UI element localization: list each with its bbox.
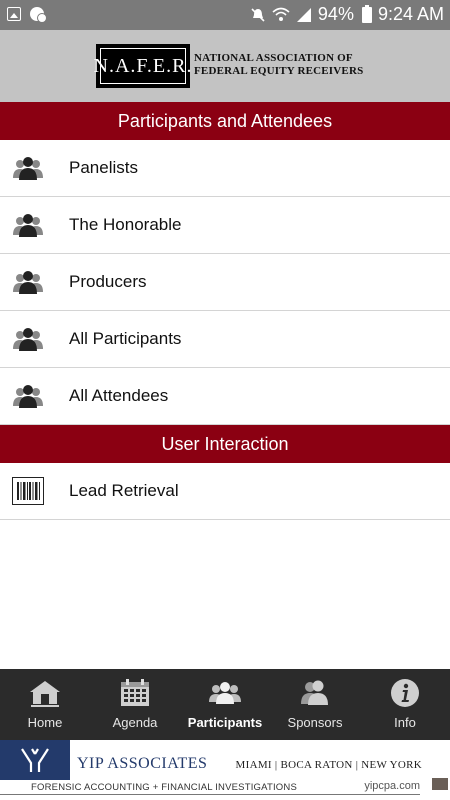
barcode-icon bbox=[12, 477, 44, 505]
nav-sponsors[interactable]: Sponsors bbox=[270, 669, 360, 740]
ad-decoration bbox=[432, 778, 448, 790]
ad-divider bbox=[0, 794, 420, 795]
status-bar: 94% 9:24 AM bbox=[0, 0, 450, 30]
ad-tagline: FORENSIC ACCOUNTING + FINANCIAL INVESTIG… bbox=[31, 782, 297, 793]
people-icon bbox=[13, 385, 43, 408]
battery-icon bbox=[361, 4, 372, 23]
list-item-panelists[interactable]: Panelists bbox=[0, 140, 450, 197]
org-name-line1: NATIONAL ASSOCIATION OF bbox=[194, 52, 353, 64]
yip-logo-icon bbox=[0, 740, 70, 780]
bottom-nav: Home Agenda Participants Sponsors Info bbox=[0, 669, 450, 740]
list-item-the-honorable[interactable]: The Honorable bbox=[0, 197, 450, 254]
list-item-label: All Participants bbox=[69, 329, 182, 348]
people-icon bbox=[209, 682, 241, 704]
calendar-icon bbox=[121, 679, 149, 706]
home-icon bbox=[30, 681, 60, 707]
list-item-lead-retrieval[interactable]: Lead Retrieval bbox=[0, 463, 450, 520]
people-icon bbox=[13, 214, 43, 237]
wifi-icon bbox=[272, 7, 290, 21]
app-header: N.A.F.E.R. NATIONAL ASSOCIATION OF FEDER… bbox=[0, 30, 450, 102]
ad-brand: YIP ASSOCIATES bbox=[77, 755, 208, 772]
nav-home[interactable]: Home bbox=[0, 669, 90, 740]
ad-cities: MIAMI | BOCA RATON | NEW YORK bbox=[235, 759, 422, 771]
list-item-all-attendees[interactable]: All Attendees bbox=[0, 368, 450, 425]
sponsors-icon bbox=[301, 680, 328, 705]
ad-url: yipcpa.com bbox=[364, 780, 420, 792]
people-icon bbox=[13, 157, 43, 180]
list-item-producers[interactable]: Producers bbox=[0, 254, 450, 311]
nav-participants[interactable]: Participants bbox=[180, 669, 270, 740]
section-title: Participants and Attendees bbox=[117, 110, 333, 131]
nav-info[interactable]: Info bbox=[360, 669, 450, 740]
list-item-label: Lead Retrieval bbox=[69, 481, 179, 500]
nav-label: Agenda bbox=[112, 715, 158, 730]
nav-agenda[interactable]: Agenda bbox=[90, 669, 180, 740]
mute-icon bbox=[251, 7, 265, 22]
org-name-line2: FEDERAL EQUITY RECEIVERS bbox=[194, 65, 364, 77]
signal-icon bbox=[296, 7, 311, 22]
nafer-logo: N.A.F.E.R. bbox=[93, 44, 193, 88]
people-icon bbox=[13, 271, 43, 294]
info-icon bbox=[391, 679, 419, 707]
section-header-participants: Participants and Attendees bbox=[0, 102, 450, 140]
section-title: User Interaction bbox=[161, 433, 289, 454]
org-name: NATIONAL ASSOCIATION OF FEDERAL EQUITY R… bbox=[194, 52, 363, 78]
nav-label: Participants bbox=[187, 715, 263, 730]
list-item-all-participants[interactable]: All Participants bbox=[0, 311, 450, 368]
nav-label: Sponsors bbox=[287, 715, 343, 730]
sponsor-ad-banner[interactable]: YIP ASSOCIATES MIAMI | BOCA RATON | NEW … bbox=[0, 740, 450, 800]
app-notification-icon bbox=[30, 7, 47, 23]
list-item-label: All Attendees bbox=[69, 386, 169, 405]
nav-label: Info bbox=[394, 715, 416, 730]
nav-label: Home bbox=[27, 715, 63, 730]
clock: 9:24 AM bbox=[377, 4, 444, 24]
people-icon bbox=[13, 328, 43, 351]
section-header-user-interaction: User Interaction bbox=[0, 425, 450, 463]
image-notification-icon bbox=[7, 7, 21, 21]
list-item-label: Producers bbox=[69, 272, 147, 291]
list-item-label: Panelists bbox=[69, 158, 138, 177]
battery-percent: 94% bbox=[317, 4, 354, 24]
list-item-label: The Honorable bbox=[69, 215, 182, 234]
logo-text: N.A.F.E.R. bbox=[93, 54, 193, 77]
